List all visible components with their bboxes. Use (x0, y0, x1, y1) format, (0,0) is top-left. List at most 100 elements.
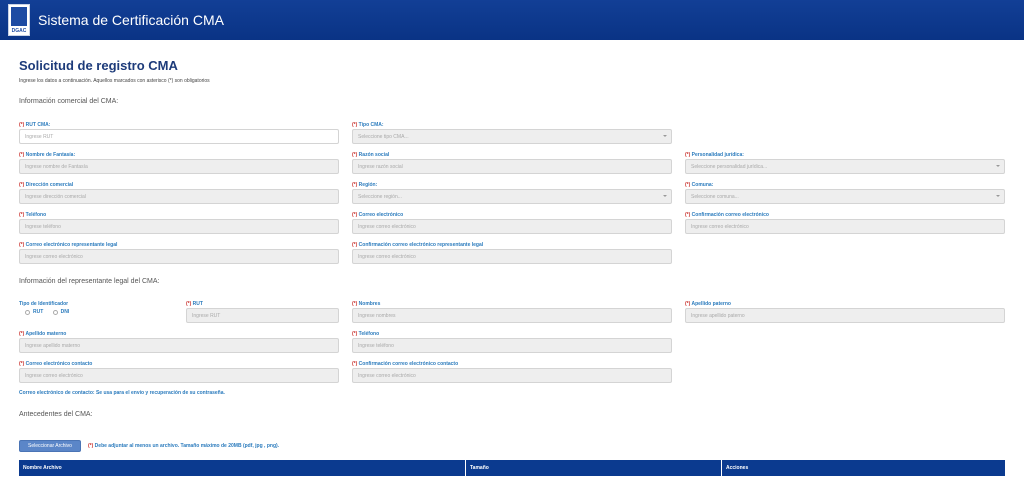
seleccionar-archivo-button[interactable]: Seleccionar Archivo (19, 440, 81, 452)
label-text: Personalidad jurídica: (691, 152, 744, 158)
required-marker: (*) (19, 122, 25, 128)
razon-social-input[interactable]: Ingrese razón social (352, 159, 672, 174)
column-header-tamano[interactable]: Tamaño (466, 460, 722, 476)
rut-cma-label: (*) RUT CMA: (19, 122, 50, 128)
label-text: Confirmación correo electrónico (691, 212, 769, 218)
required-marker: (*) (19, 242, 25, 248)
required-marker: (*) (352, 361, 358, 367)
column-header-nombre[interactable]: Nombre Archivo (19, 460, 466, 476)
chevron-down-icon (996, 165, 1000, 167)
correo-contacto-input[interactable]: Ingrese correo electrónico (19, 368, 339, 383)
label-text: Nombres (358, 301, 381, 307)
label-text: Confirmación correo electrónico contacto (358, 361, 459, 367)
region-select[interactable]: Seleccione región... (352, 189, 672, 204)
personalidad-select[interactable]: Seleccione personalidad jurídica... (685, 159, 1005, 174)
dni-radio-label[interactable]: DNI (61, 309, 70, 315)
required-marker: (*) (19, 331, 25, 337)
correo-contacto-label: (*) Correo electrónico contacto (19, 361, 92, 367)
dgac-logo: DGAC (8, 4, 30, 36)
section-title-representante: Información del representante legal del … (19, 278, 160, 285)
required-marker: (*) (352, 212, 358, 218)
rep-rut-label: (*) RUT (186, 301, 203, 307)
chevron-down-icon (663, 135, 667, 137)
upload-note: (*) Debe adjuntar al menos un archivo. T… (88, 443, 279, 449)
conf-correo-contacto-label: (*) Confirmación correo electrónico cont… (352, 361, 458, 367)
label-text: Confirmación correo electrónico represen… (358, 242, 484, 248)
required-marker: (*) (19, 361, 25, 367)
required-marker: (*) (19, 152, 25, 158)
label-text: Tipo CMA: (358, 122, 384, 128)
tipo-cma-select[interactable]: Seleccione tipo CMA... (352, 129, 672, 144)
nombres-label: (*) Nombres (352, 301, 380, 307)
label-text: Nombre de Fantasía: (25, 152, 76, 158)
page-title: Solicitud de registro CMA (19, 58, 178, 73)
razon-social-label: (*) Razón social (352, 152, 389, 158)
correo-rep-label: (*) Correo electrónico representante leg… (19, 242, 117, 248)
correo-rep-input[interactable]: Ingrese correo electrónico (19, 249, 339, 264)
label-text: Razón social (358, 152, 390, 158)
upload-note-text: Debe adjuntar al menos un archivo. Tamañ… (94, 443, 280, 449)
select-placeholder: Seleccione personalidad jurídica... (691, 164, 768, 170)
required-marker: (*) (19, 182, 25, 188)
rep-telefono-label: (*) Teléfono (352, 331, 379, 337)
correo-label: (*) Correo electrónico (352, 212, 403, 218)
required-marker: (*) (352, 242, 358, 248)
apellido-paterno-label: (*) Apellido paterno (685, 301, 731, 307)
select-placeholder: Seleccione tipo CMA... (358, 134, 409, 140)
rep-rut-input[interactable]: Ingrese RUT (186, 308, 339, 323)
required-marker: (*) (352, 122, 358, 128)
required-marker: (*) (19, 212, 25, 218)
telefono-input[interactable]: Ingrese teléfono (19, 219, 339, 234)
tipo-cma-label: (*) Tipo CMA: (352, 122, 384, 128)
chevron-down-icon (996, 195, 1000, 197)
apellido-materno-label: (*) Apellido materno (19, 331, 66, 337)
dni-radio[interactable] (52, 309, 58, 315)
tipo-identificador-label: Tipo de Identificador (19, 301, 69, 307)
label-text: Dirección comercial (25, 182, 74, 188)
label-text: Apellido paterno (691, 301, 731, 307)
rut-radio[interactable] (25, 309, 30, 315)
label-text: Teléfono (25, 212, 47, 218)
conf-correo-label: (*) Confirmación correo electrónico (685, 212, 769, 218)
select-placeholder: Seleccione comuna... (691, 194, 739, 200)
label-text: Apellido materno (25, 331, 67, 337)
label-text: Correo electrónico representante legal (25, 242, 118, 248)
label-text: Teléfono (358, 331, 380, 337)
rep-telefono-input[interactable]: Ingrese teléfono (352, 338, 672, 353)
rut-radio-label[interactable]: RUT (33, 309, 43, 315)
conf-correo-rep-input[interactable]: Ingrese correo electrónico (352, 249, 672, 264)
archivos-table-header: Nombre Archivo Tamaño Acciones (19, 460, 1005, 476)
required-marker: (*) (352, 331, 358, 337)
label-text: Correo electrónico (358, 212, 404, 218)
comuna-select[interactable]: Seleccione comuna... (685, 189, 1005, 204)
nombres-input[interactable]: Ingrese nombres (352, 308, 672, 323)
instructions-text: Ingrese los datos a continuación. Aquell… (19, 78, 210, 84)
required-marker: (*) (685, 152, 691, 158)
required-marker: (*) (352, 152, 358, 158)
region-label: (*) Región: (352, 182, 377, 188)
direccion-label: (*) Dirección comercial (19, 182, 73, 188)
label-text: Comuna: (691, 182, 714, 188)
conf-correo-rep-label: (*) Confirmación correo electrónico repr… (352, 242, 483, 248)
rut-cma-input[interactable]: Ingrese RUT (19, 129, 339, 144)
direccion-input[interactable]: Ingrese dirección comercial (19, 189, 339, 204)
apellido-materno-input[interactable]: Ingrese apellido materno (19, 338, 339, 353)
required-marker: (*) (685, 182, 691, 188)
logo-emblem-icon (11, 7, 27, 26)
logo-text: DGAC (11, 28, 27, 34)
required-marker: (*) (685, 301, 691, 307)
label-text: Correo electrónico contacto (25, 361, 93, 367)
column-header-acciones[interactable]: Acciones (722, 460, 1005, 476)
tipo-identificador-radio-group: RUT DNI (25, 309, 77, 315)
select-placeholder: Seleccione región... (358, 194, 402, 200)
conf-correo-input[interactable]: Ingrese correo electrónico (685, 219, 1005, 234)
conf-correo-contacto-input[interactable]: Ingrese correo electrónico (352, 368, 672, 383)
telefono-label: (*) Teléfono (19, 212, 46, 218)
fantasia-input[interactable]: Ingrese nombre de Fantasía (19, 159, 339, 174)
correo-input[interactable]: Ingrese correo electrónico (352, 219, 672, 234)
label-text: RUT (192, 301, 203, 307)
required-marker: (*) (88, 443, 94, 449)
apellido-paterno-input[interactable]: Ingrese apellido paterno (685, 308, 1005, 323)
chevron-down-icon (663, 195, 667, 197)
label-text: Región: (358, 182, 378, 188)
